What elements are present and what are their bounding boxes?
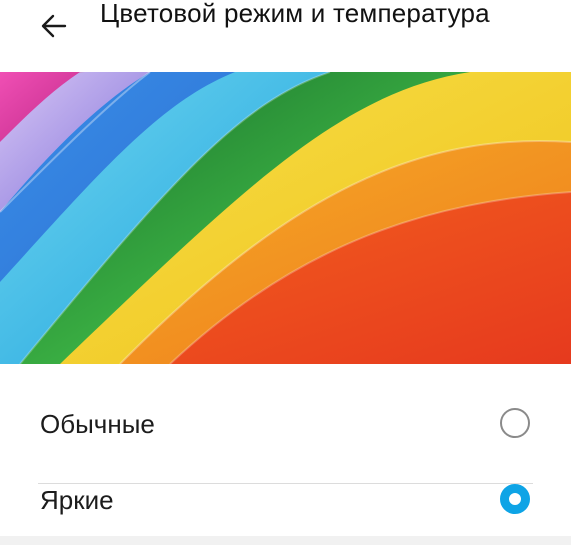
option-normal-label: Обычные xyxy=(40,409,155,439)
screen: Цветовой режим и температура Обычные Ярк… xyxy=(0,0,571,545)
radio-vivid-selected[interactable] xyxy=(500,484,530,514)
page-title: Цветовой режим и температура xyxy=(100,0,490,28)
option-normal[interactable]: Обычные xyxy=(0,387,571,484)
radio-normal-unselected[interactable] xyxy=(500,408,530,438)
arrow-left-icon xyxy=(39,11,69,46)
color-mode-preview-image xyxy=(0,72,571,364)
color-mode-options: Обычные Яркие xyxy=(0,364,571,536)
option-vivid-label: Яркие xyxy=(40,485,114,515)
bottom-strip xyxy=(0,536,571,545)
back-button[interactable] xyxy=(32,8,76,48)
app-header: Цветовой режим и температура xyxy=(0,0,571,72)
option-vivid[interactable]: Яркие xyxy=(0,463,571,539)
